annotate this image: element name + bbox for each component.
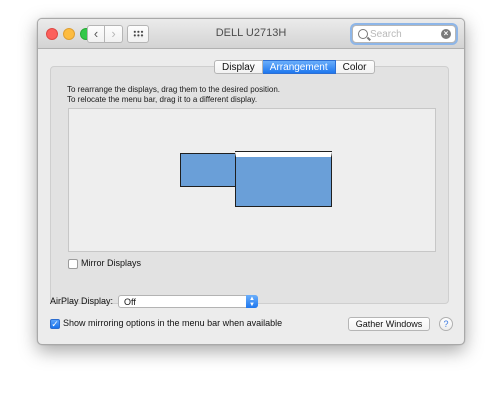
- tab-display[interactable]: Display: [214, 60, 263, 74]
- gather-windows-button[interactable]: Gather Windows: [348, 317, 430, 331]
- instruction-rearrange: To rearrange the displays, drag them to …: [67, 85, 281, 94]
- tab-arrangement[interactable]: Arrangement: [262, 60, 336, 74]
- search-field[interactable]: ×: [352, 25, 456, 43]
- airplay-display-select[interactable]: Off ▲ ▼: [118, 295, 258, 308]
- preferences-window: ‹ › DELL U2713H × Display Arrangement Co…: [37, 18, 465, 345]
- show-mirroring-checkbox[interactable]: ✓: [50, 319, 60, 329]
- airplay-display-value: Off: [124, 297, 136, 307]
- search-input[interactable]: [370, 27, 436, 41]
- search-icon: [358, 29, 368, 39]
- updown-arrows-icon: ▲ ▼: [246, 295, 258, 308]
- help-button[interactable]: ?: [439, 317, 453, 331]
- title-bar: ‹ › DELL U2713H ×: [38, 19, 464, 49]
- clear-icon[interactable]: ×: [441, 29, 451, 39]
- tab-bar: Display Arrangement Color: [214, 60, 375, 74]
- secondary-display[interactable]: [180, 153, 236, 187]
- tab-color[interactable]: Color: [335, 60, 375, 74]
- instruction-menu-bar: To relocate the menu bar, drag it to a d…: [67, 95, 258, 104]
- display-arrangement-area: [68, 108, 436, 252]
- show-mirroring-label: Show mirroring options in the menu bar w…: [63, 318, 283, 328]
- mirror-displays-label: Mirror Displays: [81, 258, 142, 268]
- main-display-with-menu-bar[interactable]: [235, 152, 332, 207]
- airplay-display-label: AirPlay Display:: [50, 296, 114, 306]
- mirror-displays-checkbox[interactable]: [68, 259, 78, 269]
